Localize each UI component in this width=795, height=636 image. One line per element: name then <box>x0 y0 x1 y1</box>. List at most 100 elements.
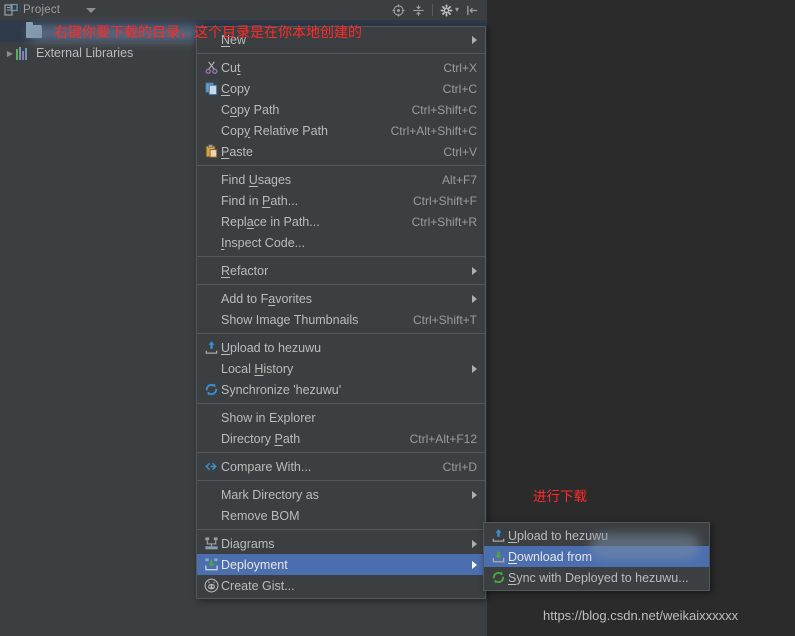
menu-item-copy-path[interactable]: Copy Path Ctrl+Shift+C <box>197 99 485 120</box>
menu-separator <box>197 284 485 285</box>
menu-item-remove-bom[interactable]: Remove BOM <box>197 505 485 526</box>
menu-item-icon-empty <box>201 172 221 188</box>
menu-item-icon-empty <box>201 214 221 230</box>
menu-item-label: Compare With... <box>221 459 312 474</box>
submenu-arrow-icon <box>472 539 477 548</box>
menu-item-label: Directory Path <box>221 431 301 446</box>
menu-item-icon-empty <box>201 312 221 328</box>
hide-panel-icon[interactable] <box>466 4 479 17</box>
menu-item-diagrams[interactable]: Diagrams <box>197 533 485 554</box>
submenu-arrow-icon <box>472 266 477 275</box>
menu-item-icon-empty <box>201 508 221 524</box>
submenu-arrow-icon <box>472 560 477 569</box>
library-icon <box>16 46 32 60</box>
menu-item-label: Cut <box>221 60 241 75</box>
submenu-arrow-icon <box>472 294 477 303</box>
menu-separator <box>197 452 485 453</box>
menu-item-local-history[interactable]: Local History <box>197 358 485 379</box>
menu-item-label: Show Image Thumbnails <box>221 312 359 327</box>
deployment-icon <box>201 557 221 573</box>
menu-item-mark-directory-as[interactable]: Mark Directory as <box>197 484 485 505</box>
project-structure-icon <box>4 3 18 17</box>
github-icon <box>201 578 221 594</box>
menu-item-icon-empty <box>201 193 221 209</box>
menu-separator <box>197 53 485 54</box>
scissors-icon <box>201 60 221 76</box>
menu-item-add-to-favorites[interactable]: Add to Favorites <box>197 288 485 309</box>
menu-item-create-gist[interactable]: Create Gist... <box>197 575 485 596</box>
menu-item-label: Add to Favorites <box>221 291 313 306</box>
project-context-menu[interactable]: New Cut Ctrl+X Copy Ctrl+C Copy Path Ctrl+Sh… <box>196 26 486 599</box>
submenu-item-sync-with-deployed-to-hezuwu[interactable]: Sync with Deployed to hezuwu... <box>484 567 709 588</box>
download-icon <box>488 549 508 565</box>
panel-toolbar: ▾ <box>392 0 487 20</box>
tree-node-label: External Libraries <box>36 46 134 60</box>
menu-item-shortcut: Ctrl+Shift+T <box>412 312 477 327</box>
menu-item-copy[interactable]: Copy Ctrl+C <box>197 78 485 99</box>
compare-icon <box>201 459 221 475</box>
menu-item-label: Local History <box>221 361 294 376</box>
menu-item-label: Synchronize 'hezuwu' <box>221 382 342 397</box>
submenu-arrow-icon <box>472 490 477 499</box>
menu-separator <box>197 480 485 481</box>
menu-item-paste[interactable]: Paste Ctrl+V <box>197 141 485 162</box>
menu-item-show-in-explorer[interactable]: Show in Explorer <box>197 407 485 428</box>
menu-item-directory-path[interactable]: Directory Path Ctrl+Alt+F12 <box>197 428 485 449</box>
menu-item-label: Refactor <box>221 263 269 278</box>
settings-gear-icon[interactable] <box>440 4 453 17</box>
locate-icon[interactable] <box>392 3 405 17</box>
sync-icon <box>488 570 508 586</box>
paste-icon <box>201 144 221 160</box>
screenshot-root: Project ▾ ▶ External Libraries New Cut C… <box>0 0 795 636</box>
menu-separator <box>197 403 485 404</box>
menu-item-shortcut: Ctrl+Alt+F12 <box>409 431 477 446</box>
menu-item-label: Upload to hezuwu <box>221 340 322 355</box>
redaction-blur-server-name <box>590 534 700 560</box>
menu-item-shortcut: Ctrl+V <box>443 144 477 159</box>
collapse-all-icon[interactable] <box>412 4 425 17</box>
menu-item-deployment[interactable]: Deployment <box>197 554 485 575</box>
menu-item-label: Replace in Path... <box>221 214 320 229</box>
submenu-arrow-icon <box>472 364 477 373</box>
menu-item-shortcut: Ctrl+X <box>443 60 477 75</box>
upload-icon <box>201 340 221 356</box>
menu-item-shortcut: Ctrl+Alt+Shift+C <box>390 123 477 138</box>
menu-item-icon-empty <box>201 487 221 503</box>
menu-item-icon-empty <box>201 431 221 447</box>
menu-item-label: Remove BOM <box>221 508 300 523</box>
menu-item-shortcut: Ctrl+D <box>442 459 477 474</box>
menu-item-copy-relative-path[interactable]: Copy Relative Path Ctrl+Alt+Shift+C <box>197 120 485 141</box>
menu-item-shortcut: Ctrl+Shift+C <box>411 102 477 117</box>
synchronize-icon <box>201 382 221 398</box>
panel-dropdown-caret-icon[interactable] <box>86 8 96 13</box>
menu-item-inspect-code[interactable]: Inspect Code... <box>197 232 485 253</box>
menu-item-shortcut: Ctrl+C <box>442 81 477 96</box>
menu-item-cut[interactable]: Cut Ctrl+X <box>197 57 485 78</box>
submenu-item-label: Download from <box>508 549 593 564</box>
menu-item-find-in-path[interactable]: Find in Path... Ctrl+Shift+F <box>197 190 485 211</box>
menu-item-shortcut: Ctrl+Shift+F <box>412 193 477 208</box>
menu-item-icon-empty <box>201 291 221 307</box>
menu-item-label: Copy <box>221 81 251 96</box>
menu-item-shortcut: Alt+F7 <box>441 172 477 187</box>
menu-item-refactor[interactable]: Refactor <box>197 260 485 281</box>
menu-item-label: Inspect Code... <box>221 235 306 250</box>
blog-watermark: https://blog.csdn.net/weikaixxxxxx <box>543 608 739 623</box>
menu-item-synchronize-hezuwu[interactable]: Synchronize 'hezuwu' <box>197 379 485 400</box>
diagram-icon <box>201 536 221 552</box>
menu-item-compare-with[interactable]: Compare With... Ctrl+D <box>197 456 485 477</box>
menu-item-find-usages[interactable]: Find Usages Alt+F7 <box>197 169 485 190</box>
annotation-right-click-hint: 右键你要下载的目录，这个目录是在你本地创建的 <box>54 25 362 41</box>
menu-item-upload-to-hezuwu[interactable]: Upload to hezuwu <box>197 337 485 358</box>
expand-arrow-icon[interactable]: ▶ <box>4 49 16 58</box>
menu-item-label: Paste <box>221 144 253 159</box>
menu-item-label: Deployment <box>221 557 288 572</box>
submenu-arrow-icon <box>472 35 477 44</box>
menu-separator <box>197 165 485 166</box>
annotation-download-hint: 进行下载 <box>533 489 587 505</box>
menu-item-icon-empty <box>201 102 221 118</box>
menu-item-show-image-thumbnails[interactable]: Show Image Thumbnails Ctrl+Shift+T <box>197 309 485 330</box>
menu-item-replace-in-path[interactable]: Replace in Path... Ctrl+Shift+R <box>197 211 485 232</box>
toolbar-divider <box>431 4 433 16</box>
gear-caret-icon[interactable]: ▾ <box>455 6 459 14</box>
